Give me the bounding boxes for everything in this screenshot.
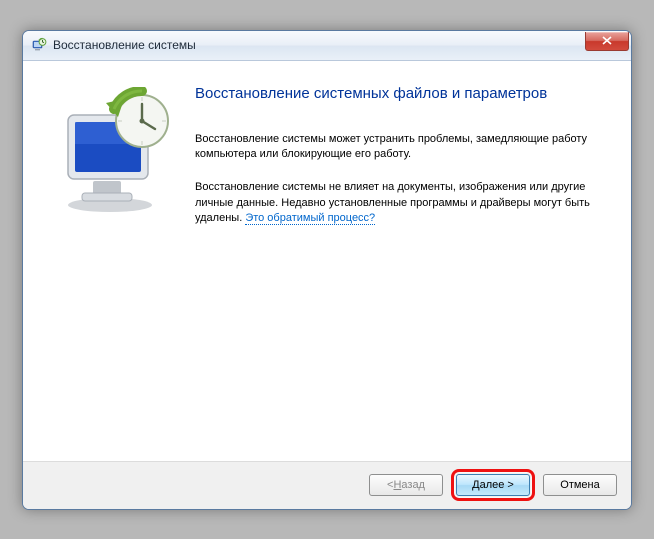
dialog-window: Восстановление системы [22,30,632,510]
content-area: Восстановление системных файлов и параме… [23,61,631,461]
wizard-text-pane: Восстановление системных файлов и параме… [195,77,611,451]
window-title: Восстановление системы [53,38,196,52]
back-button: < Назад [369,474,443,496]
system-restore-icon [31,37,47,53]
titlebar[interactable]: Восстановление системы [23,31,631,61]
cancel-button[interactable]: Отмена [543,474,617,496]
close-button[interactable] [585,32,629,51]
system-restore-illustration [50,87,180,217]
close-icon [602,36,612,45]
page-heading: Восстановление системных файлов и параме… [195,85,611,102]
wizard-footer: < Назад Далее > Отмена [23,461,631,509]
help-link[interactable]: Это обратимый процесс? [245,212,375,225]
description-paragraph-2: Восстановление системы не влияет на доку… [195,180,611,226]
wizard-graphic-pane [35,77,195,451]
next-button[interactable]: Далее > [456,474,530,496]
description-paragraph-1: Восстановление системы может устранить п… [195,132,611,163]
highlight-annotation: Далее > [451,469,535,501]
